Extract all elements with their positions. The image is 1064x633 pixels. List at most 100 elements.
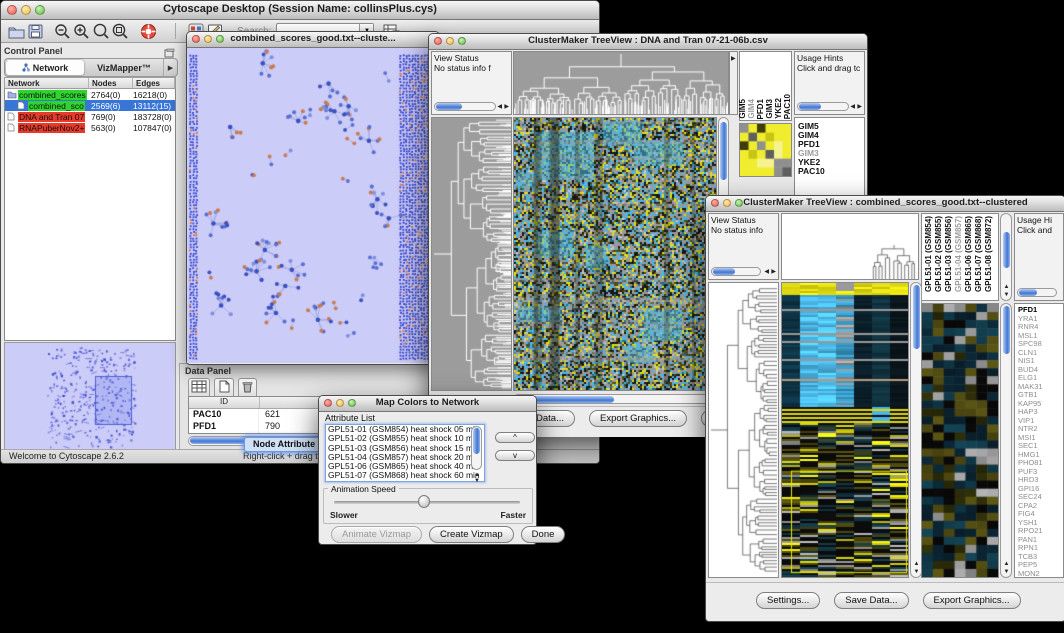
move-down-button[interactable]: v — [495, 450, 535, 461]
zoom-fit-icon[interactable] — [110, 22, 129, 40]
tab-vizmapper[interactable]: VizMapper™ — [85, 59, 163, 76]
tv2-collabel-vscroll[interactable]: ▲ ▼ — [1000, 213, 1012, 301]
tv1-col-label-gim5[interactable]: GIM5 — [739, 99, 747, 119]
control-panel-tabs: NetworkVizMapper™▶ — [4, 58, 178, 77]
tv1-col-label-pfd1[interactable]: PFD1 — [757, 99, 765, 119]
zoom-out-icon[interactable] — [53, 22, 72, 40]
tv2-col-label-gpl5102gsm855[interactable]: GPL51-02 (GSM855) — [935, 216, 943, 292]
tv2-col-label-gpl5108gsm872[interactable]: GPL51-08 (GSM872) — [985, 216, 993, 292]
scroll-right-arrow[interactable]: ▶ — [504, 104, 509, 110]
scroll-up-arrow[interactable]: ▲ — [1004, 284, 1010, 290]
tv1-heatmap[interactable] — [513, 117, 717, 391]
speed-slider-thumb[interactable] — [418, 495, 430, 508]
network-nodes: 2569(6) — [91, 101, 120, 111]
network-edges: 16218(0) — [133, 90, 167, 100]
column-header-nodes[interactable]: Nodes — [89, 78, 133, 88]
tv2-gene-list[interactable]: PFD1YRA1RNR4MSL1SPC98CLN1NIS1BUD4ELG1MAK… — [1014, 303, 1064, 578]
save-icon[interactable] — [26, 22, 45, 40]
network-name: combined_scores — [18, 90, 87, 100]
desktop: Cytoscape Desktop (Session Name: collins… — [0, 0, 1064, 633]
attribute-list-item[interactable]: GPL51-06 (GSM865) heat shock 40 min — [326, 462, 484, 471]
row-value: 621 — [259, 409, 280, 421]
tv2-row-dendrogram[interactable] — [708, 282, 779, 578]
tv2-col-label-gpl5106gsm865[interactable]: GPL51-06 (GSM865) — [965, 216, 973, 292]
tv2-status-hscroll[interactable] — [711, 267, 761, 276]
tv2-heatmap[interactable] — [781, 282, 909, 578]
tv2-column-dendrogram[interactable] — [781, 213, 919, 280]
tv1-row-dendrogram[interactable] — [431, 117, 512, 391]
scroll-right-arrow[interactable]: ▶ — [771, 269, 776, 275]
tv1-status-hscroll[interactable] — [434, 102, 496, 111]
tv1-column-labels[interactable]: GIM5GIM4PFD1GIM3YKE2PAC10 — [739, 51, 792, 121]
column-header[interactable]: ID — [189, 397, 260, 408]
tv1-col-label-pac10[interactable]: PAC10 — [784, 94, 792, 119]
dialog-titlebar[interactable]: Map Colors to Network — [319, 396, 536, 412]
tv2-col-label-gpl5101gsm854[interactable]: GPL51-01 (GSM854) — [925, 216, 933, 292]
tv2-col-label-gpl5103gsm856[interactable]: GPL51-03 (GSM856) — [945, 216, 953, 292]
zoom-in-icon[interactable] — [72, 22, 91, 40]
scroll-up-arrow[interactable]: ▲ — [1004, 561, 1010, 567]
tv2-usage-hscroll[interactable] — [1017, 288, 1057, 297]
scroll-left-arrow[interactable]: ◀ — [497, 104, 502, 110]
dialog-button-row: Animate Vizmap Create Vizmap Done — [331, 526, 565, 543]
attribute-list-item[interactable]: GPL51-03 (GSM856) heat shock 15 min — [326, 444, 484, 453]
tv1-cluster-matrix[interactable] — [739, 123, 792, 177]
gene-mon2[interactable]: MON2 — [1018, 570, 1063, 579]
column-header-network[interactable]: Network — [5, 78, 89, 88]
network-view-titlebar[interactable]: combined_scores_good.txt--cluste... — [187, 32, 439, 48]
main-titlebar[interactable]: Cytoscape Desktop (Session Name: collins… — [1, 1, 599, 20]
tv2-zoom-vscroll[interactable]: ▲ ▼ — [1000, 303, 1012, 578]
tv1-col-label-gim3[interactable]: GIM3 — [766, 99, 774, 119]
tv1-hscrollbar[interactable] — [513, 394, 729, 404]
tv2-col-label-gpl5104gsm857[interactable]: GPL51-04 (GSM857) — [955, 216, 963, 292]
scroll-down-arrow[interactable]: ▼ — [914, 569, 920, 575]
tv1-col-label-gim4[interactable]: GIM4 — [748, 99, 756, 119]
network-name: DNA and Tran 07 — [18, 112, 85, 122]
listbox-vscroll[interactable] — [471, 426, 482, 470]
scroll-down-arrow[interactable]: ▼ — [1004, 569, 1010, 575]
tv2-save-data--button[interactable]: Save Data... — [834, 592, 908, 609]
network-row[interactable]: combined_scores2764(0)16218(0) — [5, 89, 175, 100]
help-lifering-icon[interactable] — [139, 22, 158, 40]
tv1-col-label-yke2[interactable]: YKE2 — [775, 98, 783, 119]
attribute-list-item[interactable]: GPL51-07 (GSM868) heat shock 60 min — [326, 471, 484, 480]
attribute-listbox[interactable]: GPL51-01 (GSM854) heat shock 05 minGPL51… — [325, 424, 485, 482]
tv2-col-label-gpl5107gsm868[interactable]: GPL51-07 (GSM868) — [975, 216, 983, 292]
attribute-list-item[interactable]: GPL51-04 (GSM857) heat shock 20 min — [326, 453, 484, 462]
dialog-animate-vizmap-button[interactable]: Animate Vizmap — [331, 526, 422, 543]
zoom-selected-icon[interactable] — [91, 22, 110, 40]
tv1-row-label-pac10[interactable]: PAC10 — [798, 167, 864, 176]
tv2-zoom-heatmap[interactable] — [921, 303, 999, 578]
network-table-header: NetworkNodesEdges — [4, 77, 176, 89]
scroll-up-arrow[interactable]: ▲ — [914, 561, 920, 567]
column-header-edges[interactable]: Edges — [133, 78, 175, 88]
move-up-button[interactable]: ^ — [495, 432, 535, 443]
attribute-list-item[interactable]: GPL51-02 (GSM855) heat shock 10 min — [326, 434, 484, 443]
dialog-done-button[interactable]: Done — [521, 526, 566, 543]
tv1-usage-hscroll[interactable] — [797, 102, 849, 111]
open-folder-icon[interactable] — [7, 22, 26, 40]
tv1-col-scroll-strip[interactable]: ▶ — [729, 51, 738, 115]
tv2-export-graphics--button[interactable]: Export Graphics... — [923, 592, 1021, 609]
birdseye-view[interactable] — [4, 342, 176, 452]
scroll-left-arrow[interactable]: ◀ — [764, 269, 769, 275]
scroll-right-arrow[interactable]: ▶ — [857, 104, 862, 110]
network-row[interactable]: RNAPuberNov2+563(0)107847(0) — [5, 122, 175, 133]
scroll-down-arrow[interactable]: ▼ — [474, 478, 480, 484]
tv1-column-dendrogram[interactable] — [513, 51, 729, 115]
network-row[interactable]: DNA and Tran 07769(0)183728(0) — [5, 111, 175, 122]
network-row[interactable]: combined_sco2569(6)13112(15) — [5, 100, 175, 111]
network-canvas[interactable] — [187, 48, 437, 363]
scroll-down-arrow[interactable]: ▼ — [1004, 292, 1010, 298]
treeview2-titlebar[interactable]: ClusterMaker TreeView : combined_scores_… — [706, 196, 1064, 212]
tab-overflow-button[interactable]: ▶ — [163, 59, 177, 76]
tab-network[interactable]: Network — [6, 60, 84, 75]
treeview1-titlebar[interactable]: ClusterMaker TreeView : DNA and Tran 07-… — [429, 34, 867, 50]
tv1-export-graphics--button[interactable]: Export Graphics... — [589, 410, 687, 427]
tv2-settings--button[interactable]: Settings... — [756, 592, 820, 609]
attribute-list-item[interactable]: GPL51-01 (GSM854) heat shock 05 min — [326, 425, 484, 434]
map-colors-dialog: Map Colors to Network Attribute List GPL… — [318, 395, 537, 545]
scroll-left-arrow[interactable]: ◀ — [850, 104, 855, 110]
tv2-column-labels[interactable]: GPL51-01 (GSM854)GPL51-02 (GSM855)GPL51-… — [921, 213, 999, 301]
dialog-create-vizmap-button[interactable]: Create Vizmap — [429, 526, 514, 543]
